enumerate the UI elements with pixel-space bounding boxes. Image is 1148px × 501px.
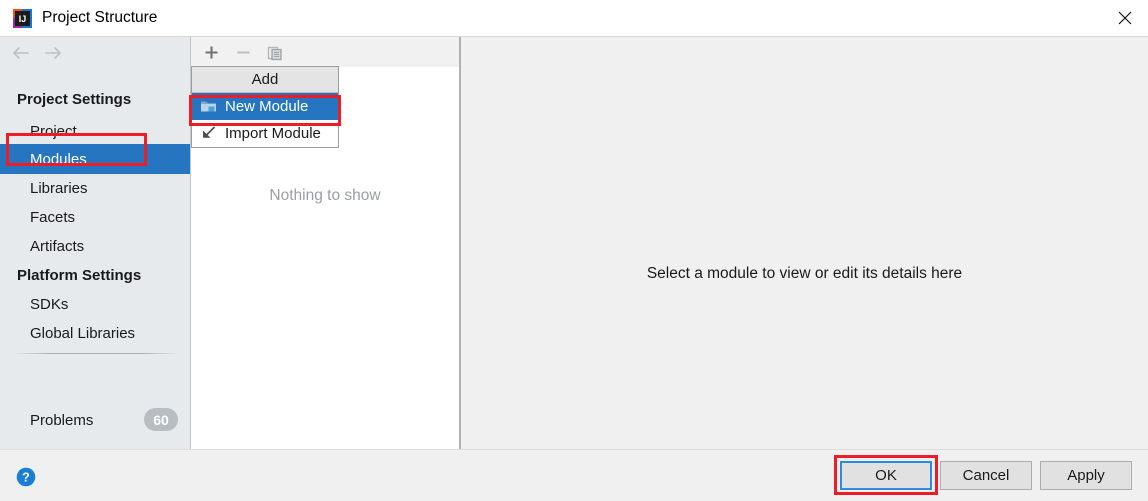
- sidebar-nav-bar: [0, 37, 190, 68]
- sidebar-item-label: Global Libraries: [30, 324, 136, 342]
- sidebar-item-global-libraries[interactable]: Global Libraries: [0, 318, 190, 348]
- sidebar-item-label: Project: [30, 122, 77, 140]
- problems-label: Problems: [30, 411, 94, 429]
- window-title: Project Structure: [42, 9, 158, 26]
- problems-count-badge: 60: [144, 408, 178, 431]
- module-details-panel: Select a module to view or edit its deta…: [461, 37, 1148, 449]
- sidebar-divider: [14, 353, 178, 354]
- sidebar-item-label: SDKs: [30, 295, 69, 313]
- menu-item-import-module[interactable]: Import Module: [192, 120, 338, 147]
- sidebar-item-libraries[interactable]: Libraries: [0, 173, 190, 203]
- sidebar-item-label: Modules: [30, 150, 87, 168]
- sidebar-item-artifacts[interactable]: Artifacts: [0, 231, 190, 261]
- settings-sidebar: Project Settings Project Modules Librari…: [0, 37, 191, 449]
- sidebar-item-label: Artifacts: [30, 237, 85, 255]
- arrow-right-icon[interactable]: [42, 42, 64, 64]
- help-question-icon[interactable]: ?: [16, 467, 36, 487]
- ok-button[interactable]: OK: [840, 461, 932, 490]
- modules-toolbar: [191, 37, 459, 68]
- module-details-placeholder: Select a module to view or edit its deta…: [646, 265, 963, 282]
- sidebar-item-problems[interactable]: Problems 60: [0, 405, 190, 435]
- add-menu-header: Add: [192, 67, 338, 93]
- cancel-button[interactable]: Cancel: [940, 461, 1032, 490]
- apply-button[interactable]: Apply: [1040, 461, 1132, 490]
- menu-item-label: Import Module: [225, 125, 321, 142]
- sidebar-item-modules[interactable]: Modules: [0, 144, 190, 174]
- svg-text:IJ: IJ: [19, 14, 27, 24]
- menu-item-new-module[interactable]: New Module: [192, 93, 338, 120]
- sidebar-item-label: Facets: [30, 208, 76, 226]
- new-folder-icon: [199, 99, 217, 115]
- svg-text:?: ?: [22, 471, 30, 485]
- arrow-left-icon[interactable]: [10, 42, 32, 64]
- intellij-idea-logo-icon: IJ: [12, 8, 33, 29]
- sidebar-item-project[interactable]: Project: [0, 116, 190, 146]
- sidebar-group-project-settings: Project Settings: [17, 90, 132, 108]
- empty-state-message: Nothing to show: [269, 187, 381, 204]
- sidebar-group-platform-settings: Platform Settings: [17, 266, 142, 284]
- minus-icon: [230, 40, 256, 65]
- title-bar: IJ Project Structure: [0, 0, 1148, 37]
- menu-item-label: New Module: [225, 98, 309, 115]
- sidebar-item-sdks[interactable]: SDKs: [0, 289, 190, 319]
- sidebar-item-facets[interactable]: Facets: [0, 202, 190, 232]
- plus-icon[interactable]: [198, 40, 224, 65]
- close-icon[interactable]: [1102, 0, 1148, 36]
- copy-icon: [262, 40, 288, 65]
- add-popup-menu: Add New Module Import Module: [191, 66, 339, 148]
- sidebar-item-label: Libraries: [30, 179, 88, 197]
- dialog-bottom-bar: ? OK Cancel Apply: [0, 449, 1148, 501]
- import-arrow-icon: [199, 126, 217, 142]
